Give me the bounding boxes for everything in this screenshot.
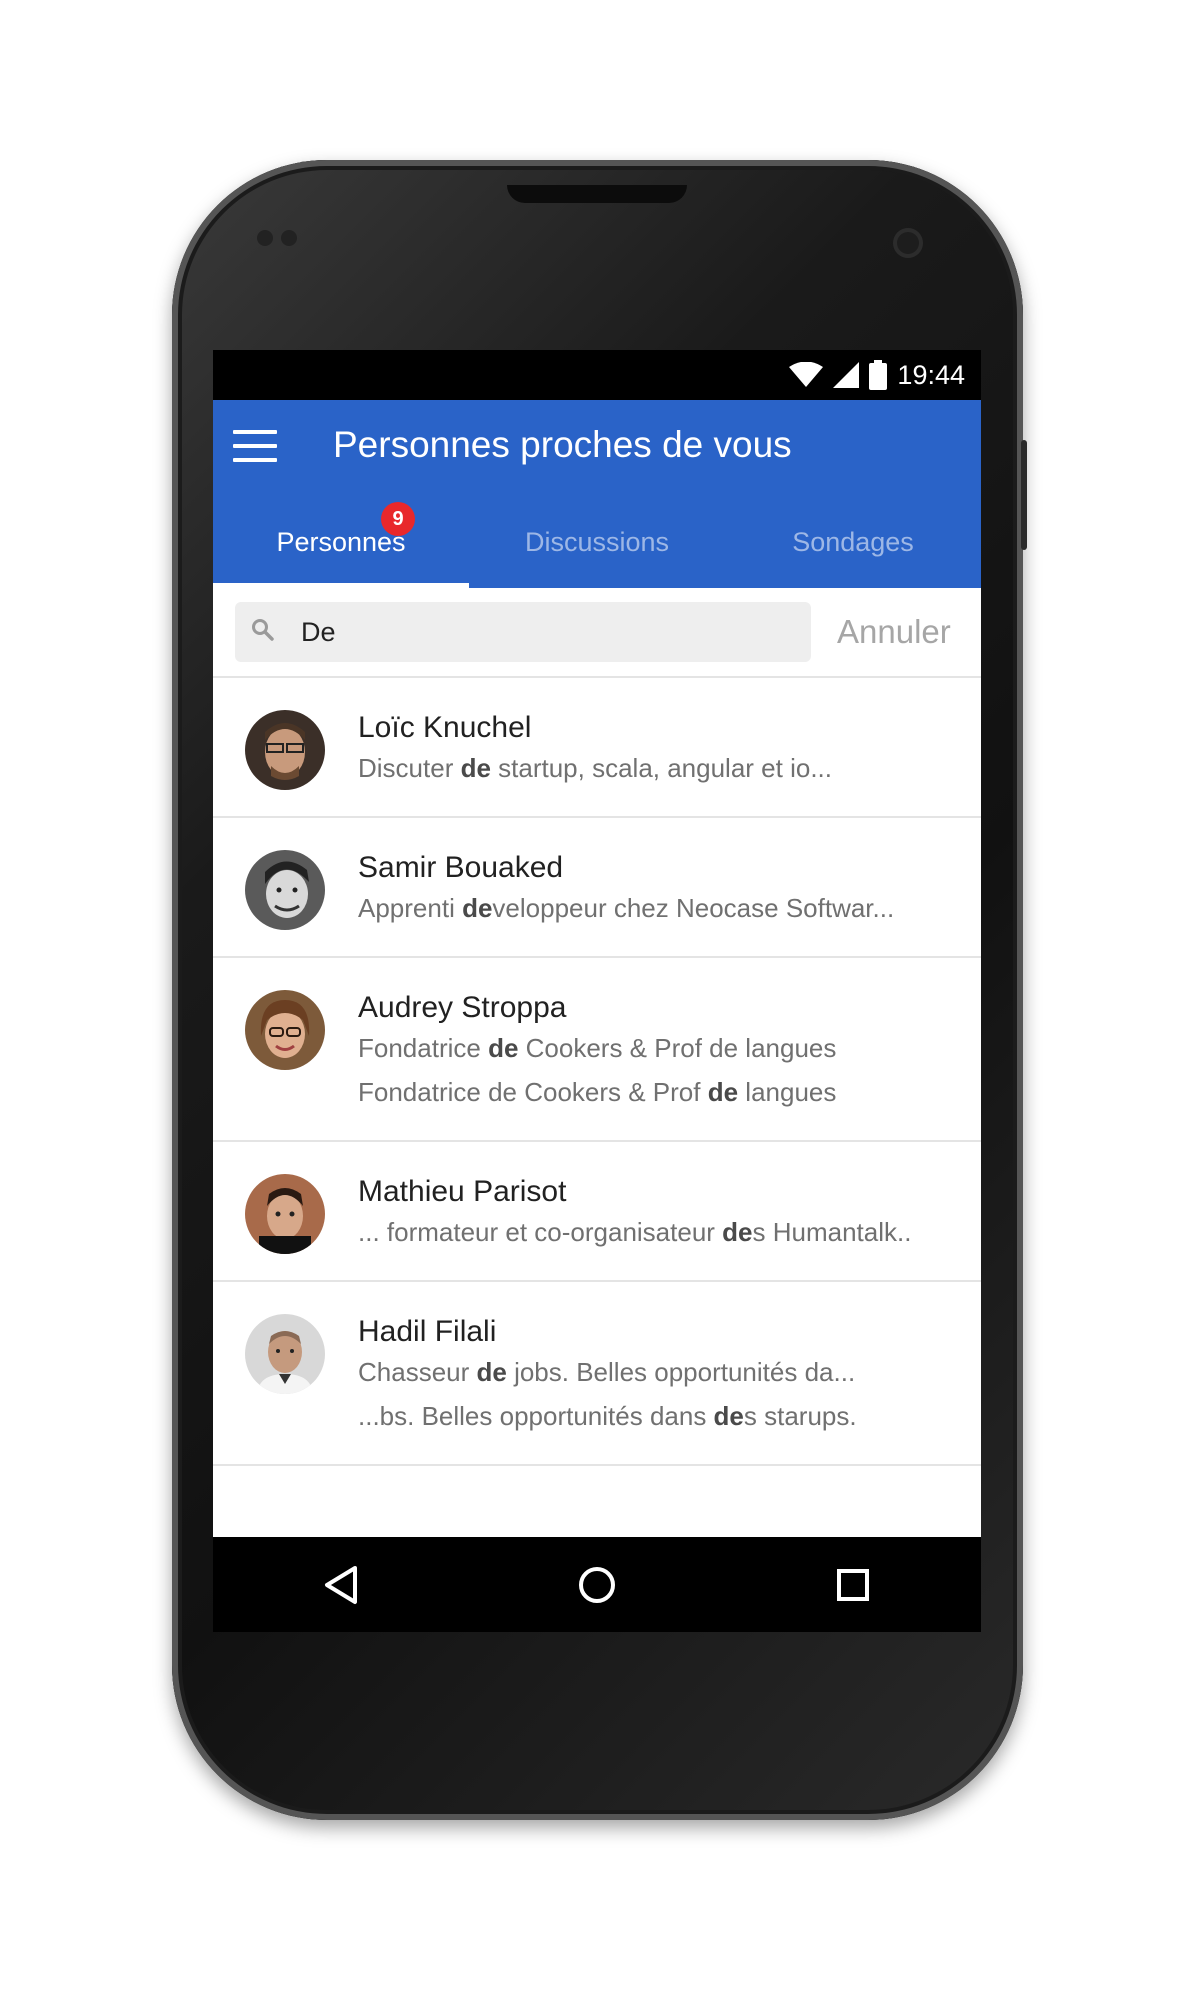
person-name: Loïc Knuchel — [358, 711, 532, 744]
search-input[interactable] — [299, 615, 783, 649]
search-icon — [252, 619, 274, 641]
list-item[interactable]: Hadil Filali Chasseur de jobs. Belles op… — [213, 1282, 981, 1466]
avatar — [245, 990, 325, 1070]
home-icon[interactable] — [567, 1555, 627, 1615]
person-name: Hadil Filali — [358, 1315, 497, 1348]
page-title: Personnes proches de vous — [333, 424, 792, 465]
wifi-icon — [789, 362, 824, 387]
app-bar: Personnes proches de vous Personnes 9 Di… — [213, 400, 981, 588]
status-time: 19:44 — [897, 359, 965, 390]
person-name: Mathieu Parisot — [358, 1175, 567, 1208]
notification-badge: 9 — [381, 502, 415, 536]
list-item[interactable]: Mathieu Parisot ... formateur et co-orga… — [213, 1142, 981, 1282]
person-bio-line: ...bs. Belles opportunités dans des star… — [358, 1401, 857, 1431]
active-tab-indicator — [213, 583, 469, 588]
signal-icon — [833, 362, 860, 388]
screen: 19:44 Personnes proches de vous Personne… — [213, 350, 981, 1632]
battery-icon — [869, 360, 888, 390]
tab-bar: Personnes 9 Discussions Sondages — [213, 496, 981, 588]
avatar — [245, 1174, 325, 1254]
list-item[interactable]: Loïc Knuchel Discuter de startup, scala,… — [213, 678, 981, 818]
person-bio-line: Discuter de startup, scala, angular et i… — [358, 753, 832, 783]
person-bio-line: Apprenti developpeur chez Neocase Softwa… — [358, 893, 895, 923]
power-button[interactable] — [1021, 440, 1027, 550]
status-bar: 19:44 — [213, 350, 981, 400]
avatar — [245, 850, 325, 930]
proximity-sensors — [257, 230, 305, 251]
tab-discussions[interactable]: Discussions — [469, 496, 725, 588]
person-name: Samir Bouaked — [358, 851, 564, 884]
recents-icon[interactable] — [823, 1555, 883, 1615]
avatar — [245, 710, 325, 790]
earpiece-speaker — [507, 185, 687, 203]
person-bio-line: Chasseur de jobs. Belles opportunités da… — [358, 1357, 856, 1387]
person-bio-line: Fondatrice de Cookers & Prof de langues — [358, 1077, 837, 1107]
avatar — [245, 1314, 325, 1394]
front-camera — [893, 228, 923, 258]
people-list: Loïc Knuchel Discuter de startup, scala,… — [213, 678, 981, 1466]
tab-personnes[interactable]: Personnes 9 — [213, 496, 469, 588]
search-box[interactable] — [235, 602, 811, 662]
person-bio-line: ... formateur et co-organisateur des Hum… — [358, 1217, 912, 1247]
menu-icon[interactable] — [233, 430, 277, 466]
list-item[interactable]: Audrey Stroppa Fondatrice de Cookers & P… — [213, 958, 981, 1142]
person-bio-line: Fondatrice de Cookers & Prof de langues — [358, 1033, 837, 1063]
system-nav-bar — [213, 1537, 981, 1632]
tab-label: Sondages — [792, 526, 914, 557]
search-row: Annuler — [213, 588, 981, 678]
tab-label: Discussions — [524, 526, 670, 557]
person-name: Audrey Stroppa — [358, 991, 567, 1024]
tab-sondages[interactable]: Sondages — [725, 496, 981, 588]
list-item[interactable]: Samir Bouaked Apprenti developpeur chez … — [213, 818, 981, 958]
cancel-button[interactable]: Annuler — [837, 613, 951, 651]
back-icon[interactable] — [311, 1555, 371, 1615]
